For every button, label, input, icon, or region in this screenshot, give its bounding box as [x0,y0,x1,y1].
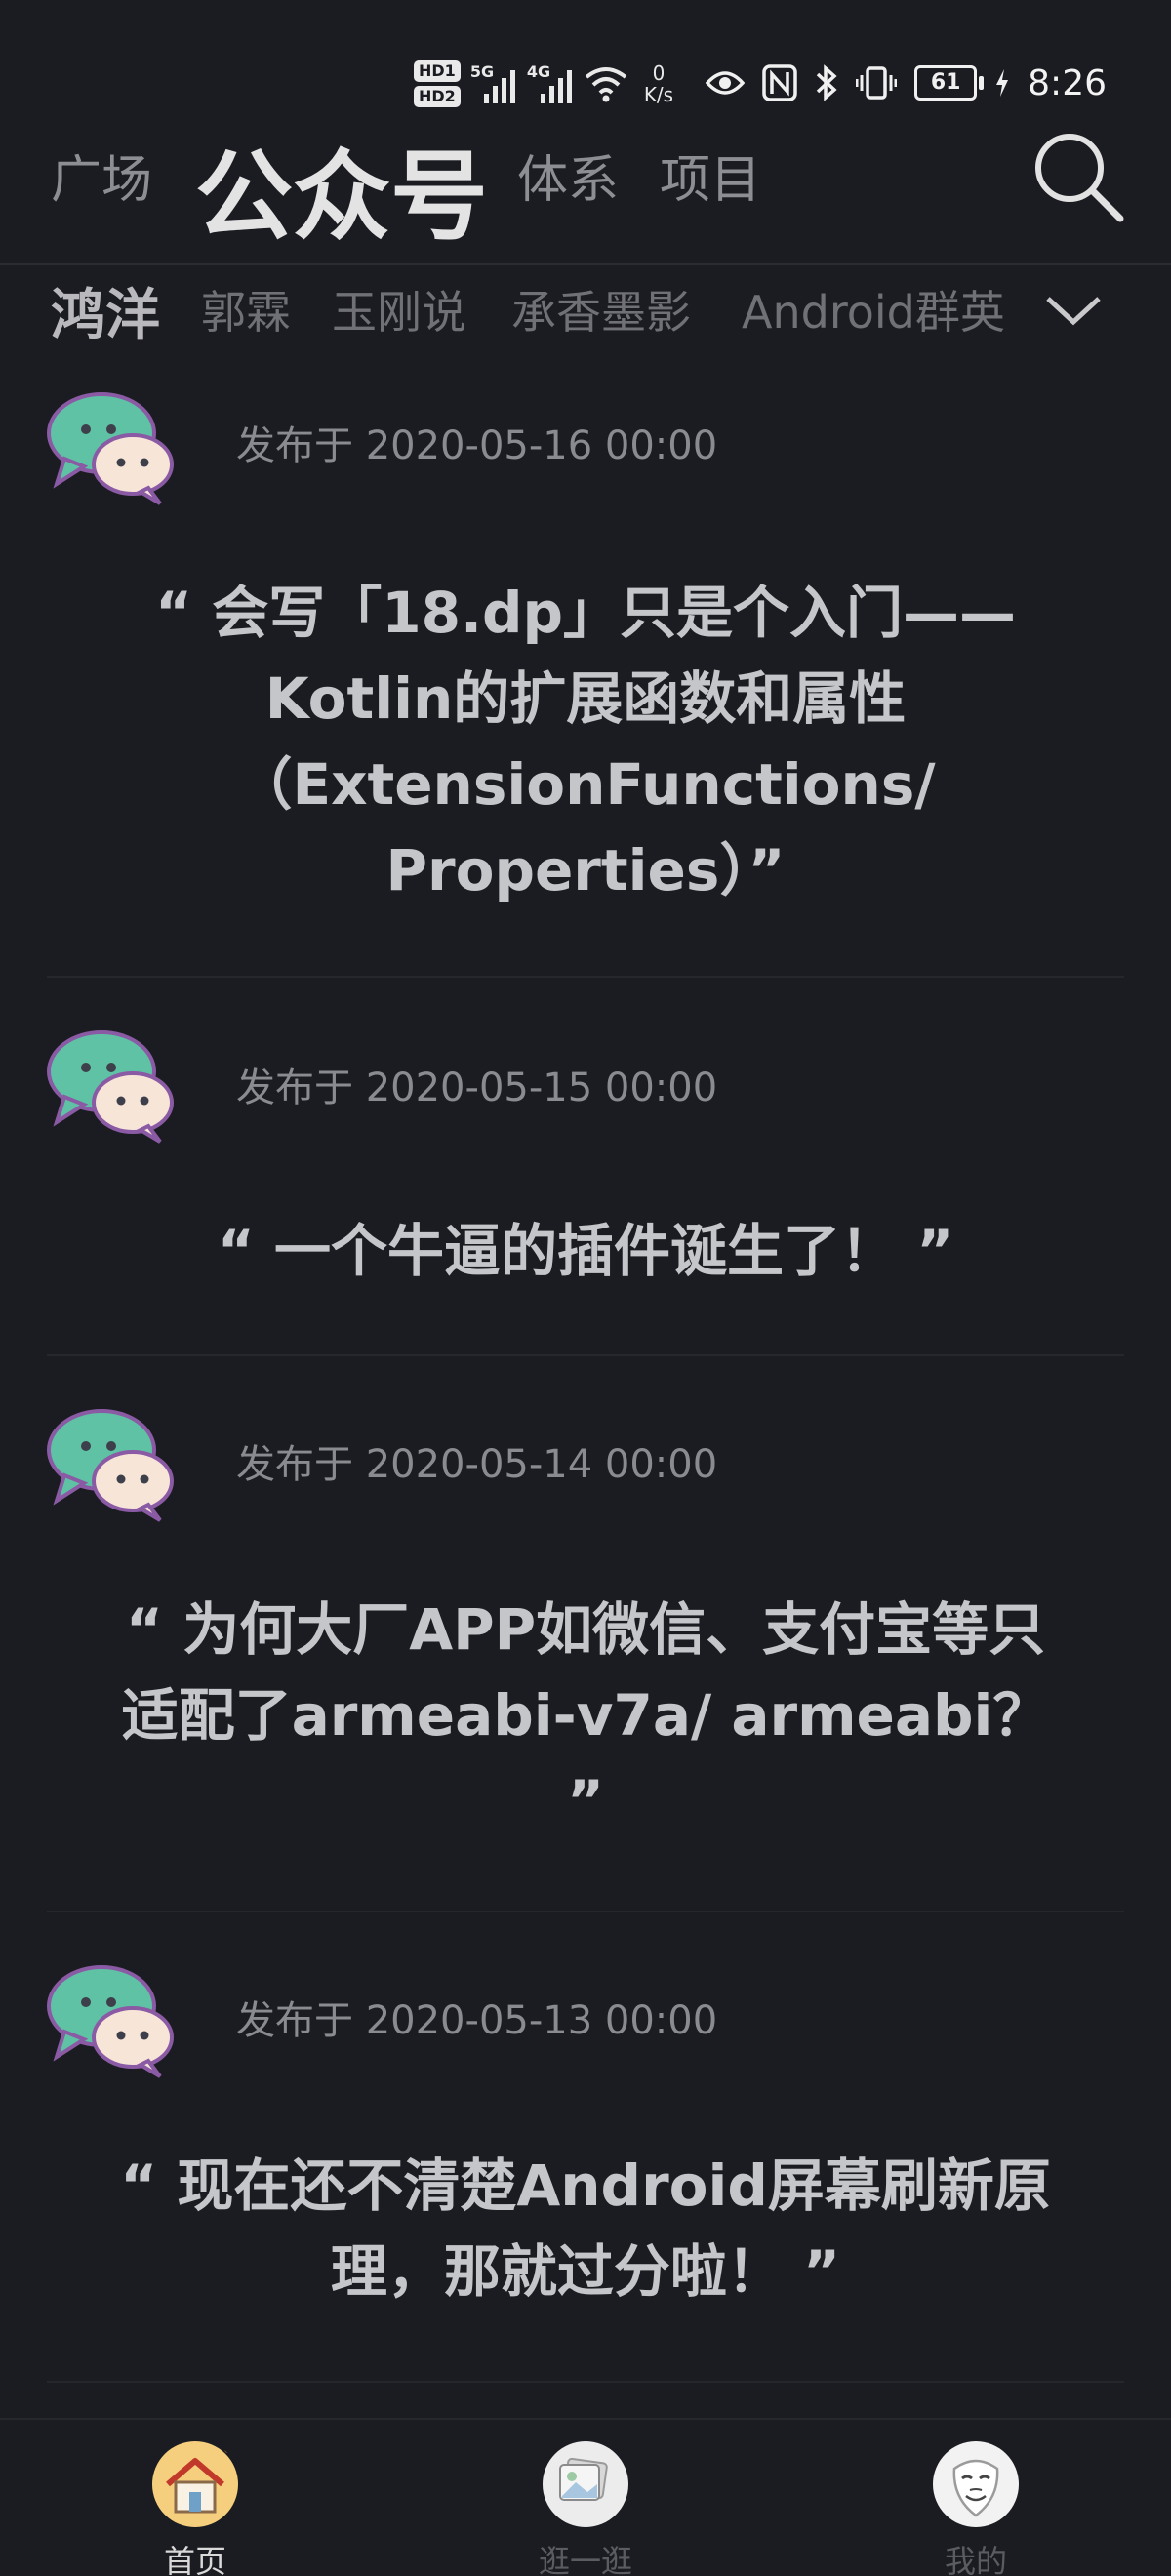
status-left: HD1 HD2 5G 4G 0 K/s [414,55,673,113]
article-card[interactable]: 发布于 2020-05-16 00:00 “ 会写「18.dp」只是个入门——K… [47,371,1124,978]
app-screen: HD1 HD2 5G 4G 0 K/s 61 8:26 广场 公众号 体系 项目… [0,0,1171,2576]
article-date: 发布于 2020-05-13 00:00 [236,1998,718,2043]
author-tab-android-qunying[interactable]: Android群英 [742,277,1005,342]
wechat-avatar-icon [47,392,174,505]
nav-browse[interactable]: 逛一逛 [488,2439,683,2576]
tab-projects[interactable]: 项目 [660,139,761,212]
nav-browse-label: 逛一逛 [538,2543,632,2576]
bluetooth-icon [816,64,837,101]
status-bar: HD1 HD2 5G 4G 0 K/s 61 8:26 [0,0,1171,127]
nfc-icon [762,64,797,101]
gallery-icon [543,2441,628,2527]
vibrate-icon [856,66,898,100]
wechat-avatar-icon [47,1030,174,1144]
nav-me-label: 我的 [944,2543,1007,2576]
nav-home-label: 首页 [163,2543,226,2576]
article-card[interactable]: 发布于 2020-05-13 00:00 “ 现在还不清楚Android屏幕刷新… [47,1912,1124,2383]
hd-indicators: HD1 HD2 [414,60,461,107]
article-card[interactable]: 发布于 2020-05-15 00:00 “ 一个牛逼的插件诞生了！ ” [47,978,1124,1356]
author-tab-yugang[interactable]: 玉刚说 [332,277,466,342]
author-tab-hongyang[interactable]: 鸿洋 [51,271,160,350]
nav-me[interactable]: 我的 [878,2439,1073,2576]
tab-official-accounts[interactable]: 公众号 [195,117,488,259]
hd1-badge: HD1 [414,60,461,82]
battery-icon: 61 [914,65,985,101]
signal-5g-icon: 5G [470,62,517,103]
article-title[interactable]: “ 现在还不清楚Android屏幕刷新原理，那就过分啦！ ” [105,2143,1066,2314]
mask-icon [933,2441,1019,2527]
status-right: 61 8:26 [706,59,1107,107]
home-icon [152,2441,238,2527]
signal-4g-icon: 4G [527,62,574,103]
charging-icon [996,69,1009,97]
top-nav: 广场 公众号 体系 项目 [0,117,1171,265]
article-title[interactable]: “ 为何大厂APP如微信、支付宝等只适配了armeabi-v7a/ armeab… [105,1587,1066,1844]
eye-icon [706,71,746,95]
tab-system[interactable]: 体系 [517,139,619,212]
article-date: 发布于 2020-05-15 00:00 [236,1066,718,1110]
article-date: 发布于 2020-05-14 00:00 [236,1442,718,1487]
author-tab-guolin[interactable]: 郭霖 [201,277,291,342]
net-speed: 0 K/s [643,61,674,106]
wifi-icon [585,67,627,102]
search-icon[interactable] [1029,127,1126,224]
wechat-avatar-icon [47,1965,174,2078]
tab-square[interactable]: 广场 [51,139,152,212]
wechat-avatar-icon [47,1409,174,1522]
clock: 8:26 [1028,62,1107,103]
hd2-badge: HD2 [414,86,461,107]
article-title[interactable]: “ 会写「18.dp」只是个入门——Kotlin的扩展函数和属性（Extensi… [105,570,1066,913]
article-title[interactable]: “ 一个牛逼的插件诞生了！ ” [105,1208,1066,1294]
article-card[interactable]: 发布于 2020-05-14 00:00 “ 为何大厂APP如微信、支付宝等只适… [47,1356,1124,1912]
author-tabs: 鸿洋 郭霖 玉刚说 承香墨影 Android群英 [0,265,1171,355]
nav-home[interactable]: 首页 [98,2439,293,2576]
article-date: 发布于 2020-05-16 00:00 [236,423,718,468]
author-tab-chengxiang[interactable]: 承香墨影 [511,277,691,342]
bottom-nav: 首页 逛一逛 我的 [0,2418,1171,2576]
chevron-down-icon[interactable] [1044,291,1103,330]
